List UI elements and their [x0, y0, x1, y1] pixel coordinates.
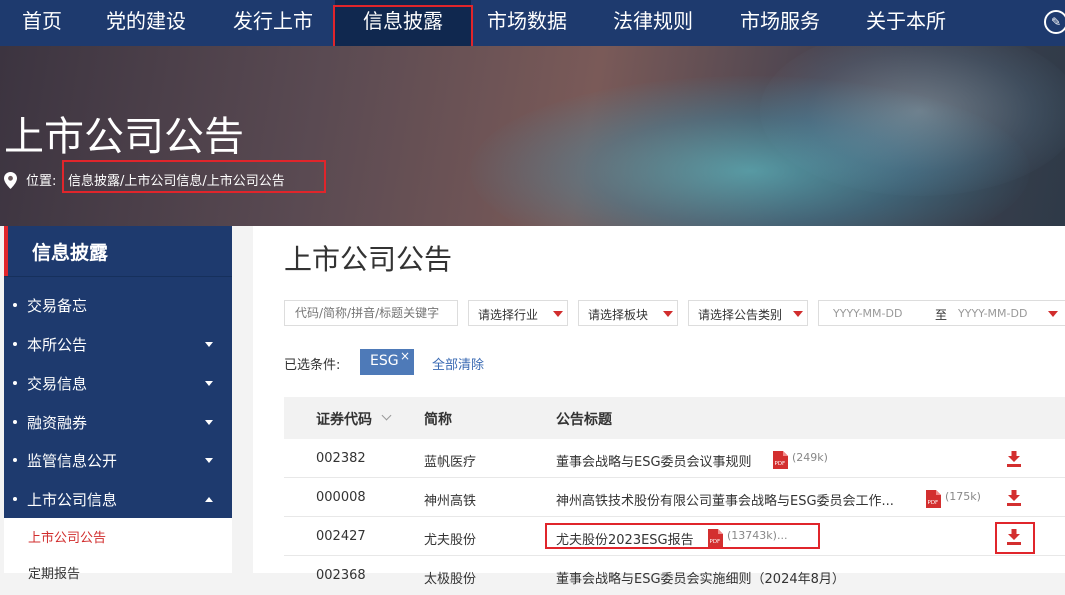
sidebar-item-margin-trading[interactable]: 融资融券: [4, 403, 232, 441]
dropdown-arrow-icon: [663, 311, 673, 317]
chevron-down-icon: [205, 381, 213, 386]
row-code: 002427: [316, 529, 366, 544]
dropdown-arrow-icon: [793, 311, 803, 317]
bullet-icon: [13, 458, 17, 462]
category-select-label: 请选择公告类别: [698, 308, 783, 322]
sidebar-subitem-announcements[interactable]: 上市公司公告: [28, 527, 106, 546]
sidebar-header: 信息披露: [4, 226, 232, 276]
nav-item-home[interactable]: 首页: [22, 0, 62, 46]
row-code: 000008: [316, 490, 366, 505]
nav-item-listing[interactable]: 发行上市: [233, 0, 313, 46]
row-code: 002382: [316, 451, 366, 466]
column-header-title: 公告标题: [556, 412, 612, 428]
date-range-separator: 至: [935, 308, 948, 322]
top-nav: 首页 党的建设 发行上市 信息披露 市场数据 法律规则 市场服务 关于本所 ✎: [0, 0, 1065, 46]
sidebar-submenu: 上市公司公告 定期报告: [4, 518, 232, 582]
chevron-up-icon: [205, 497, 213, 502]
search-input[interactable]: [284, 300, 458, 326]
industry-select[interactable]: 请选择行业: [468, 300, 568, 326]
row-name[interactable]: 太极股份: [424, 568, 476, 587]
row-title-link[interactable]: 董事会战略与ESG委员会议事规则: [556, 451, 752, 470]
row-name[interactable]: 尤夫股份: [424, 529, 476, 548]
highlight-nav-disclosure: [333, 5, 473, 48]
banner-title: 上市公司公告: [4, 114, 244, 160]
category-select[interactable]: 请选择公告类别: [688, 300, 808, 326]
accessibility-icon[interactable]: ✎: [1044, 10, 1065, 34]
pdf-icon[interactable]: PDF: [925, 490, 941, 508]
date-to-input[interactable]: YYYY-MM-DD: [958, 307, 1027, 320]
dropdown-arrow-icon: [553, 311, 563, 317]
nav-item-services[interactable]: 市场服务: [740, 0, 820, 46]
close-icon[interactable]: ×: [400, 349, 410, 363]
row-title-link[interactable]: 董事会战略与ESG委员会实施细则（2024年8月）: [556, 568, 845, 587]
bullet-icon: [13, 303, 17, 307]
nav-item-about[interactable]: 关于本所: [866, 0, 946, 46]
date-range-picker[interactable]: YYYY-MM-DD 至 YYYY-MM-DD: [818, 300, 1065, 326]
bullet-icon: [13, 420, 17, 424]
sidebar: 交易备忘 本所公告 交易信息 融资融券 监管信息公开 上市公司信息: [4, 276, 232, 519]
sidebar-item-label: 监管信息公开: [27, 452, 118, 470]
column-header-name: 简称: [424, 412, 452, 428]
nav-item-market-data[interactable]: 市场数据: [487, 0, 567, 46]
sidebar-item-regulatory-info[interactable]: 监管信息公开: [4, 441, 232, 479]
selected-conditions-label: 已选条件:: [284, 358, 341, 373]
download-icon[interactable]: [1007, 451, 1021, 467]
row-name[interactable]: 神州高铁: [424, 490, 476, 509]
filter-chip-esg[interactable]: ESG ×: [360, 349, 414, 375]
sidebar-item-trading-info[interactable]: 交易信息: [4, 364, 232, 402]
column-header-code[interactable]: 证券代码: [316, 409, 372, 429]
page-title: 上市公司公告: [284, 243, 453, 276]
sidebar-item-exchange-notices[interactable]: 本所公告: [4, 325, 232, 363]
download-icon[interactable]: [1007, 490, 1021, 506]
svg-text:PDF: PDF: [775, 461, 786, 467]
chevron-down-icon: [205, 458, 213, 463]
location-pin-icon: [4, 172, 17, 189]
sidebar-item-trading-memo[interactable]: 交易备忘: [4, 286, 232, 324]
highlight-download: [995, 522, 1035, 554]
nav-item-rules[interactable]: 法律规则: [613, 0, 693, 46]
sidebar-item-listed-company-info[interactable]: 上市公司信息: [4, 480, 232, 518]
highlight-breadcrumb: [62, 160, 326, 193]
sidebar-item-label: 交易备忘: [27, 297, 88, 315]
chevron-down-icon: [205, 342, 213, 347]
sidebar-item-label: 本所公告: [27, 336, 88, 354]
nav-item-party[interactable]: 党的建设: [106, 0, 186, 46]
svg-text:PDF: PDF: [928, 500, 939, 506]
location-label: 位置:: [26, 174, 57, 189]
filter-chip-label: ESG: [370, 353, 399, 369]
bullet-icon: [13, 342, 17, 346]
table-row: 000008 神州高铁 神州高铁技术股份有限公司董事会战略与ESG委员会工作..…: [284, 478, 1065, 517]
dropdown-arrow-icon[interactable]: [1048, 311, 1058, 317]
row-code: 002368: [316, 568, 366, 583]
table-row: 002382 蓝帆医疗 董事会战略与ESG委员会议事规则 PDF (249k): [284, 439, 1065, 478]
table-header: 证券代码 简称 公告标题: [284, 397, 1065, 439]
row-name[interactable]: 蓝帆医疗: [424, 451, 476, 470]
clear-all-link[interactable]: 全部清除: [432, 354, 484, 373]
file-size: (175k): [945, 490, 981, 503]
file-size: (249k): [792, 451, 828, 464]
sidebar-item-label: 上市公司信息: [27, 491, 118, 509]
board-select[interactable]: 请选择板块: [578, 300, 678, 326]
board-select-label: 请选择板块: [588, 308, 649, 322]
sidebar-title: 信息披露: [32, 242, 109, 264]
date-from-input[interactable]: YYYY-MM-DD: [833, 307, 902, 320]
chevron-down-icon: [205, 420, 213, 425]
row-title-link[interactable]: 神州高铁技术股份有限公司董事会战略与ESG委员会工作...: [556, 490, 894, 509]
table-row: 002368 太极股份 董事会战略与ESG委员会实施细则（2024年8月）: [284, 556, 1065, 595]
banner: 上市公司公告 位置: 信息披露/上市公司信息/上市公司公告: [0, 46, 1065, 226]
industry-select-label: 请选择行业: [478, 308, 539, 322]
pdf-icon[interactable]: PDF: [772, 451, 788, 469]
bullet-icon: [13, 497, 17, 501]
bullet-icon: [13, 381, 17, 385]
highlight-esg-report: [545, 523, 820, 549]
sidebar-item-label: 融资融券: [27, 414, 88, 432]
sidebar-item-label: 交易信息: [27, 375, 88, 393]
